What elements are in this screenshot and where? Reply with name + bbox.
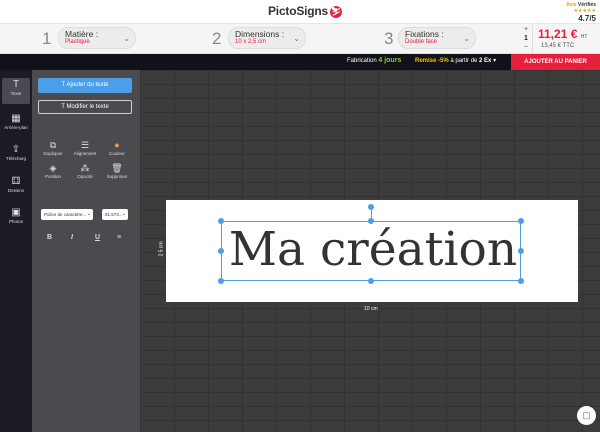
shapes-icon: ⚃ (11, 176, 21, 187)
resize-handle[interactable] (368, 218, 374, 224)
qty-minus-button[interactable]: − (520, 43, 532, 52)
step-number: 3 (384, 29, 394, 48)
color-wheel-icon: ● (114, 140, 120, 150)
rail-item-drawings[interactable]: ⚃ Dessins (2, 175, 30, 201)
step-number: 2 (212, 29, 222, 48)
rail-item-photos[interactable]: ▣ Photos (2, 206, 30, 232)
site-header: PictoSigns ⛷ Avis Vérifiés ★★★★★ 4.7/5 (0, 0, 600, 24)
text-panel (32, 70, 140, 432)
caret-down-icon: ▾ (493, 58, 497, 64)
qty-value[interactable]: 1 (520, 34, 532, 43)
dimensions-select[interactable]: Dimensions : 10 x 2.5 cm ⌄ (228, 27, 306, 49)
text-icon: T (61, 82, 66, 88)
chevron-down-icon: ⌄ (86, 211, 91, 217)
color-button[interactable]: ● Couleur (105, 140, 129, 156)
add-text-button[interactable]: T Ajouter du texte (38, 78, 132, 93)
site-logo[interactable]: PictoSigns ⛷ (268, 4, 343, 18)
align-icon: ☰ (80, 140, 90, 150)
rating-score: 4.7/5 (578, 14, 596, 23)
text-icon: T (12, 79, 20, 90)
duplicate-icon: ⧉ (49, 140, 57, 150)
text-icon: T (61, 104, 65, 110)
position-button[interactable]: ◈ Position (41, 163, 65, 179)
fabrication-info: Fabrication 4 jours (347, 57, 402, 64)
image-icon: ▣ (11, 207, 21, 218)
resize-handle[interactable] (368, 278, 374, 284)
alignment-button[interactable]: ☰ Alignement (73, 140, 97, 156)
italic-button[interactable]: I (71, 234, 73, 241)
resize-handle[interactable] (518, 248, 524, 254)
fixation-select[interactable]: Fixations : Double face ⌄ (398, 27, 476, 49)
opacity-icon: ⁂ (80, 163, 90, 173)
bold-button[interactable]: B (47, 234, 52, 241)
resize-handle[interactable] (518, 278, 524, 284)
selection-box[interactable] (221, 221, 521, 281)
chevron-down-icon: ⌄ (293, 34, 300, 43)
add-to-cart-button[interactable]: AJOUTER AU PANIER (511, 54, 600, 70)
delete-button[interactable]: 🗑 Supprimer (105, 163, 129, 179)
resize-handle[interactable] (518, 218, 524, 224)
opacity-button[interactable]: ⁂ Opacité (73, 163, 97, 179)
font-family-select[interactable]: Police de caractère... ⌄ (41, 209, 93, 220)
duplicate-button[interactable]: ⧉ Dupliquer (41, 140, 65, 156)
step-number: 1 (42, 29, 52, 48)
resize-handle[interactable] (218, 248, 224, 254)
price-ht: 11,21 € HT (538, 27, 588, 41)
pattern-icon: ▦ (11, 113, 21, 124)
width-dimension: 10 cm (364, 306, 378, 312)
info-bar (0, 54, 600, 70)
options-bar: 1 Matière : Plastique ⌄ 2 Dimensions : 1… (0, 24, 600, 54)
material-select[interactable]: Matière : Plastique ⌄ (58, 27, 136, 49)
rail-item-texte[interactable]: T Texte (2, 78, 30, 104)
trash-icon: 🗑 (111, 163, 123, 173)
rotate-handle[interactable] (368, 204, 374, 210)
rail-item-background[interactable]: ▦ Arrière-plan (2, 112, 30, 138)
resize-handle[interactable] (218, 218, 224, 224)
qty-plus-button[interactable]: + (520, 25, 532, 34)
resize-handle[interactable] (218, 278, 224, 284)
chevron-down-icon: ⌄ (123, 34, 130, 43)
price-ttc: 13,45 € TTC (541, 43, 575, 49)
logo-mark-icon: ⛷ (330, 5, 343, 18)
chat-icon: ▢ (582, 410, 591, 420)
font-size-select[interactable]: 81.573... ⌄ (102, 209, 128, 220)
quantity-stepper[interactable]: + 1 − (520, 25, 533, 53)
layers-icon: ◈ (49, 163, 57, 173)
chevron-down-icon: ⌄ (463, 34, 470, 43)
upload-icon: ⇪ (11, 144, 21, 155)
chat-button[interactable]: ▢ (577, 406, 596, 425)
text-align-button[interactable]: ≡ (117, 234, 121, 241)
edit-text-button[interactable]: T Modifier le texte (38, 100, 132, 114)
discount-dropdown[interactable]: Remise -5% à partir de 2 Ex ▾ (415, 57, 496, 64)
rating-badge[interactable]: Avis Vérifiés ★★★★★ 4.7/5 (536, 2, 596, 23)
rail-item-upload[interactable]: ⇪ Télécharg (2, 143, 30, 169)
chevron-down-icon: ⌄ (121, 211, 126, 217)
height-dimension: 2.5 cm (158, 241, 165, 257)
underline-button[interactable]: U (95, 234, 100, 241)
